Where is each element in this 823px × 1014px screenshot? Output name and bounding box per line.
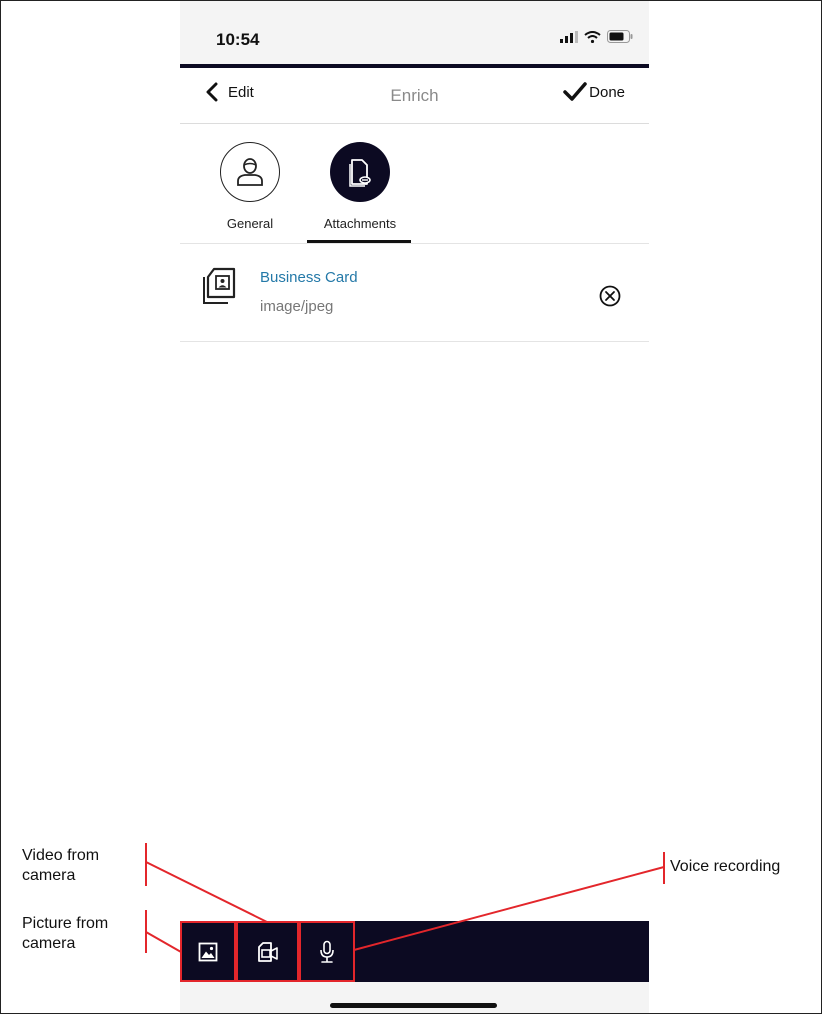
annotation-video-line-2: camera [22, 867, 76, 884]
home-indicator-area [180, 982, 649, 1014]
selected-tab-indicator [307, 240, 411, 243]
checkmark-icon [563, 82, 587, 101]
battery-icon [607, 30, 633, 43]
attachment-type: image/jpeg [260, 298, 334, 315]
picture-icon [198, 942, 218, 961]
tab-attachments-label: Attachments [323, 216, 397, 231]
status-bar: 10:54 [180, 0, 649, 66]
microphone-icon [320, 940, 334, 963]
attachment-name[interactable]: Business Card [260, 269, 358, 286]
video-camera-icon [257, 941, 278, 962]
annotation-picture-line-2: camera [22, 935, 76, 952]
tab-bar: General Attachments [180, 124, 649, 244]
video-from-camera-button[interactable] [236, 921, 299, 982]
annotation-voice-recording: Voice recording [670, 858, 781, 875]
tab-general-label: General [226, 216, 274, 231]
annotation-video-line-1: Video from [22, 847, 100, 864]
tab-general[interactable]: General [195, 142, 305, 231]
close-circle-icon [599, 285, 621, 307]
done-label: Done [589, 83, 625, 101]
picture-from-camera-button[interactable] [180, 921, 236, 982]
status-icons [560, 30, 633, 43]
annotation-picture-from-camera: Picture from camera [22, 914, 142, 954]
attachment-list-item[interactable]: Business Card image/jpeg [180, 245, 649, 342]
attachment-icon [330, 142, 390, 202]
media-toolbar [180, 921, 649, 982]
annotation-video-from-camera: Video from camera [22, 846, 142, 886]
voice-recording-button[interactable] [299, 921, 355, 982]
navigation-bar: Edit Enrich Done [180, 68, 649, 124]
signal-icon [560, 30, 578, 43]
person-icon [220, 142, 280, 202]
annotation-picture-line-1: Picture from [22, 915, 109, 932]
tab-attachments[interactable]: Attachments [305, 142, 415, 231]
phone-screen: 10:54 Edit Enrich Done General Attachmen… [180, 0, 649, 1014]
image-file-icon [200, 263, 240, 312]
home-indicator[interactable] [330, 1003, 497, 1008]
wifi-icon [584, 30, 601, 43]
done-button[interactable]: Done [563, 82, 625, 102]
remove-attachment-button[interactable] [599, 285, 621, 312]
status-time: 10:54 [216, 30, 260, 49]
